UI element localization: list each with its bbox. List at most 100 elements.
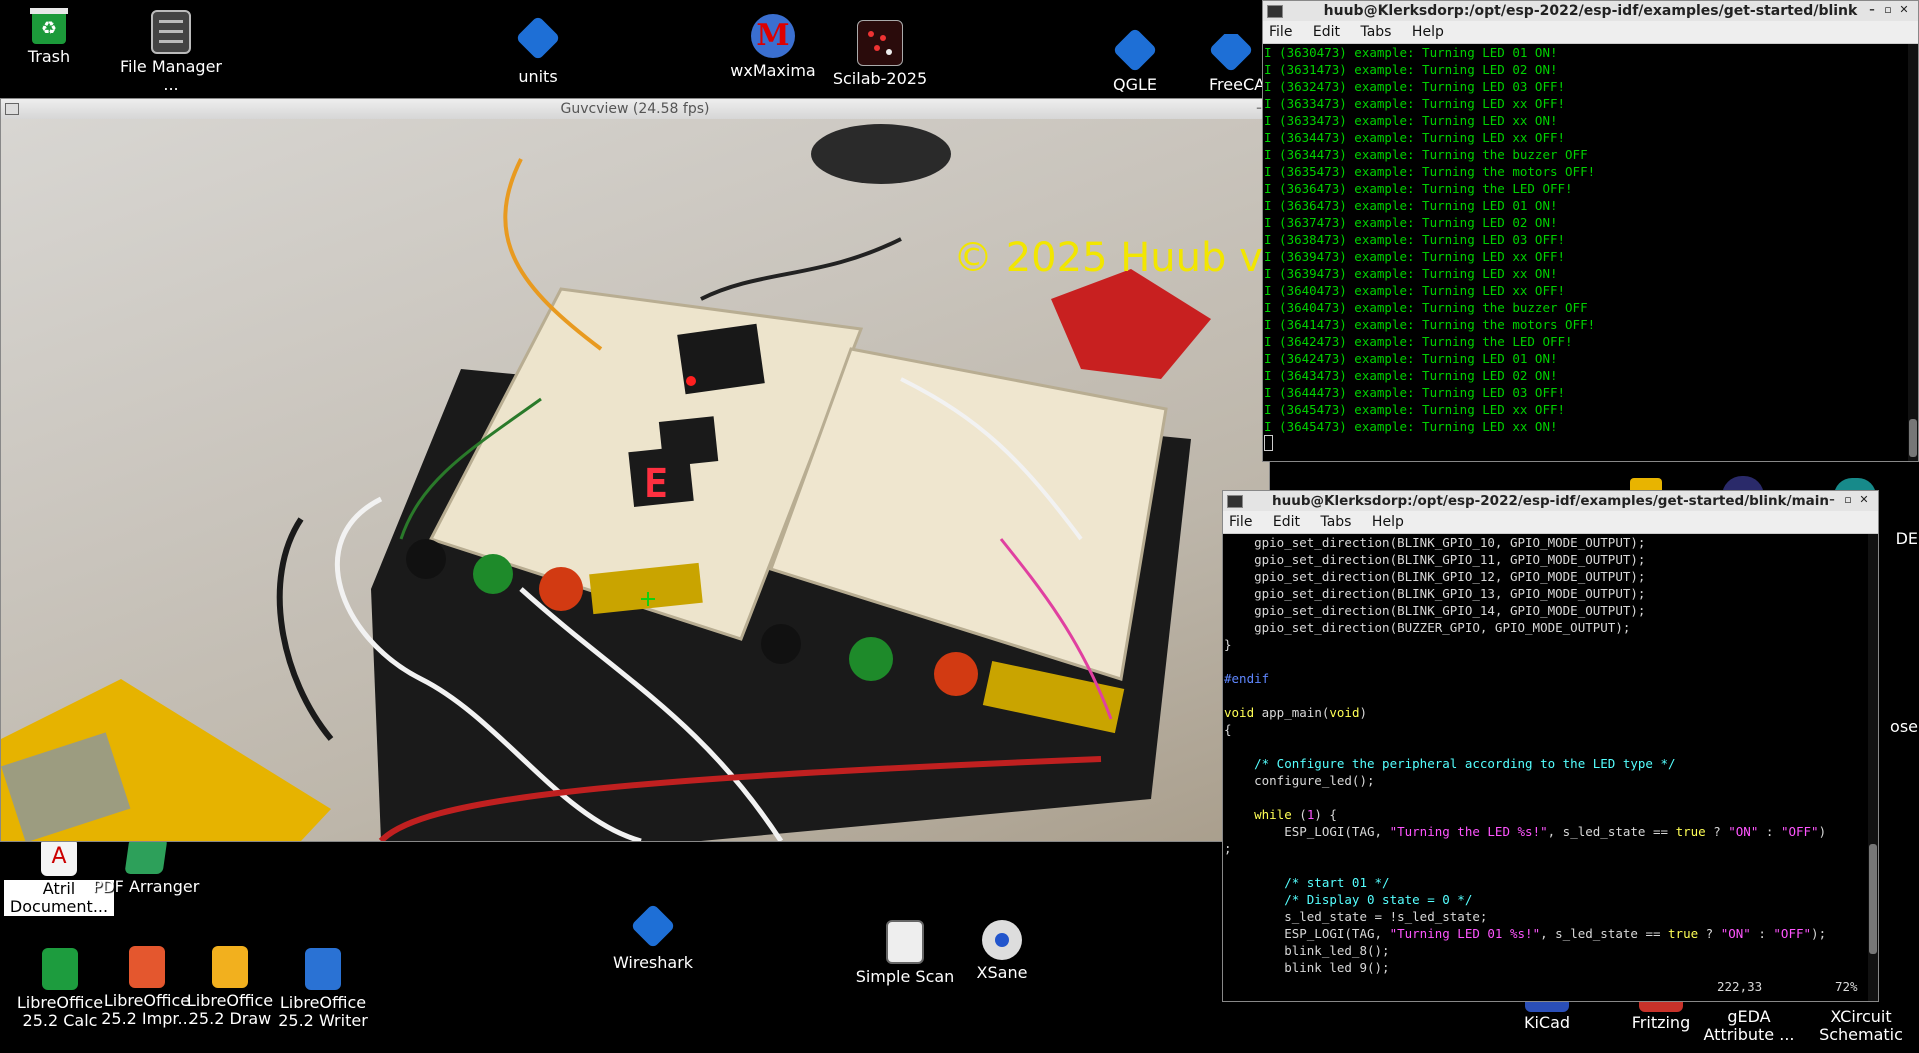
menu-file[interactable]: File	[1229, 514, 1252, 530]
log-line: I (3645473) example: Turning LED xx ON!	[1264, 419, 1558, 434]
code-line: blink_led_8();	[1224, 943, 1390, 958]
close-icon[interactable]: ✕	[1898, 3, 1910, 17]
terminal-window-log[interactable]: huub@Klerksdorp:/opt/esp-2022/esp-idf/ex…	[1262, 0, 1919, 462]
menu-help[interactable]: Help	[1372, 514, 1404, 530]
code-line: /* Display 0 state = 0 */	[1224, 892, 1473, 907]
units-icon	[515, 15, 561, 61]
log-line: I (3636473) example: Turning the LED OFF…	[1264, 181, 1573, 196]
code-line: gpio_set_direction(BLINK_GPIO_11, GPIO_M…	[1224, 552, 1646, 567]
menu-file[interactable]: File	[1269, 24, 1292, 40]
terminal-log-titlebar[interactable]: huub@Klerksdorp:/opt/esp-2022/esp-idf/ex…	[1263, 1, 1918, 21]
log-line: I (3642473) example: Turning LED 01 ON!	[1264, 351, 1558, 366]
window-menu-icon[interactable]	[5, 103, 19, 115]
atril-icon: A	[41, 838, 77, 876]
log-line: I (3640473) example: Turning the buzzer …	[1264, 300, 1588, 315]
libreoffice-draw-icon	[212, 946, 248, 988]
camera-feed: E © 2025 Huub van Niekerk	[1, 119, 1269, 841]
desktop-icon-trash[interactable]: ♻ Trash	[0, 8, 104, 66]
log-line: I (3630473) example: Turning LED 01 ON!	[1264, 45, 1558, 60]
trash-icon: ♻	[30, 8, 68, 44]
menu-edit[interactable]: Edit	[1313, 24, 1340, 40]
minimize-icon[interactable]: –	[1826, 493, 1838, 507]
terminal-editor-menubar: File Edit Tabs Help	[1223, 511, 1878, 534]
terminal-log-menubar: File Edit Tabs Help	[1263, 21, 1918, 44]
window-title: Guvcview (24.58 fps)	[560, 101, 710, 117]
maximize-icon[interactable]: ▫	[1842, 493, 1854, 507]
desktop-icon-wxmaxima[interactable]: M wxMaxima	[718, 14, 828, 80]
libreoffice-impress-icon	[129, 946, 165, 988]
terminal-cursor	[1264, 435, 1273, 451]
minimize-icon[interactable]: –	[1866, 3, 1878, 17]
pdf-arranger-icon	[124, 838, 168, 874]
menu-edit[interactable]: Edit	[1273, 514, 1300, 530]
cursor-position: 222,33	[1717, 979, 1763, 994]
scroll-percent: 72%	[1835, 979, 1858, 994]
scrollbar-thumb[interactable]	[1869, 844, 1877, 954]
menu-help[interactable]: Help	[1412, 24, 1444, 40]
code-line: {	[1224, 722, 1232, 737]
menu-tabs[interactable]: Tabs	[1360, 24, 1391, 40]
log-line: I (3644473) example: Turning LED 03 OFF!	[1264, 385, 1566, 400]
window-title: huub@Klerksdorp:/opt/esp-2022/esp-idf/ex…	[1272, 493, 1829, 509]
log-line: I (3633473) example: Turning LED xx ON!	[1264, 113, 1558, 128]
terminal-app-icon	[1227, 495, 1243, 508]
desktop-icon-lo-writer[interactable]: LibreOffice 25.2 Writer	[268, 948, 378, 1030]
code-line: gpio_set_direction(BLINK_GPIO_14, GPIO_M…	[1224, 603, 1646, 618]
desktop-icon-freecad[interactable]: FreeCA	[1185, 34, 1265, 94]
code-line: gpio_set_direction(BLINK_GPIO_12, GPIO_M…	[1224, 569, 1646, 584]
wxmaxima-icon: M	[751, 14, 795, 58]
qgle-icon	[1112, 27, 1158, 73]
log-line: I (3639473) example: Turning LED xx ON!	[1264, 266, 1558, 281]
code-line: gpio_set_direction(BLINK_GPIO_13, GPIO_M…	[1224, 586, 1646, 601]
log-line: I (3634473) example: Turning the buzzer …	[1264, 147, 1588, 162]
scilab-icon	[857, 20, 903, 66]
log-line: I (3638473) example: Turning LED 03 OFF!	[1264, 232, 1566, 247]
watermark-text: © 2025 Huub van Niekerk	[953, 235, 1269, 281]
terminal-editor-scrollbar[interactable]	[1868, 534, 1878, 1001]
guvcview-titlebar[interactable]: Guvcview (24.58 fps) –	[1, 99, 1269, 119]
code-line: /* Configure the peripheral according to…	[1224, 756, 1676, 771]
code-line: ESP_LOGI(TAG, "Turning LED 01 %s!", s_le…	[1224, 926, 1827, 941]
terminal-window-editor[interactable]: huub@Klerksdorp:/opt/esp-2022/esp-idf/ex…	[1222, 490, 1879, 1002]
desktop-icon-file-manager[interactable]: File Manager ...	[116, 10, 226, 94]
desktop-icon-geda[interactable]: gEDA Attribute ...	[1694, 1008, 1804, 1044]
seven-seg-digit: E	[644, 461, 668, 507]
scrollbar-thumb[interactable]	[1909, 419, 1917, 457]
terminal-app-icon	[1267, 5, 1283, 18]
vim-status-line: 222,33 72%	[1223, 979, 1866, 997]
terminal-log-scrollbar[interactable]	[1908, 44, 1918, 461]
window-title: huub@Klerksdorp:/opt/esp-2022/esp-idf/ex…	[1323, 3, 1858, 19]
desktop-icon-units[interactable]: units	[483, 15, 593, 86]
desktop-icon-scilab[interactable]: Scilab-2025	[825, 20, 935, 88]
desktop-icon-simple-scan[interactable]: Simple Scan	[850, 920, 960, 986]
libreoffice-writer-icon	[305, 948, 341, 990]
log-line: I (3636473) example: Turning LED 01 ON!	[1264, 198, 1558, 213]
log-line: I (3643473) example: Turning LED 02 ON!	[1264, 368, 1558, 383]
desktop-icon-xsane[interactable]: XSane	[947, 920, 1057, 982]
log-line: I (3633473) example: Turning LED xx OFF!	[1264, 96, 1566, 111]
terminal-editor-titlebar[interactable]: huub@Klerksdorp:/opt/esp-2022/esp-idf/ex…	[1223, 491, 1878, 511]
vim-editor-buffer[interactable]: gpio_set_direction(BLINK_GPIO_10, GPIO_M…	[1223, 534, 1866, 974]
desktop-icon-wireshark[interactable]: Wireshark	[598, 903, 708, 972]
log-line: I (3640473) example: Turning LED xx OFF!	[1264, 283, 1566, 298]
log-line: I (3634473) example: Turning LED xx OFF!	[1264, 130, 1566, 145]
desktop-icon-qgle[interactable]: QGLE	[1080, 27, 1190, 94]
guvcview-window[interactable]: Guvcview (24.58 fps) – E © 2025 Huub v	[0, 98, 1270, 842]
log-line: I (3632473) example: Turning LED 03 OFF!	[1264, 79, 1566, 94]
log-line: I (3641473) example: Turning the motors …	[1264, 317, 1596, 332]
close-icon[interactable]: ✕	[1858, 493, 1870, 507]
log-line: I (3642473) example: Turning the LED OFF…	[1264, 334, 1573, 349]
code-line: gpio_set_direction(BLINK_GPIO_10, GPIO_M…	[1224, 535, 1646, 550]
code-line: ;	[1224, 841, 1232, 856]
log-line: I (3645473) example: Turning LED xx OFF!	[1264, 402, 1566, 417]
menu-tabs[interactable]: Tabs	[1320, 514, 1351, 530]
terminal-log-output[interactable]: I (3630473) example: Turning LED 01 ON! I…	[1263, 44, 1906, 461]
maximize-icon[interactable]: ▫	[1882, 3, 1894, 17]
desktop-icon-xcircuit[interactable]: XCircuit Schematic	[1806, 1008, 1916, 1044]
desktop-icon-pdf-arranger[interactable]: PDF Arranger	[91, 838, 201, 896]
code-line: gpio_set_direction(BUZZER_GPIO, GPIO_MOD…	[1224, 620, 1631, 635]
code-line: while (1) {	[1254, 807, 1337, 822]
